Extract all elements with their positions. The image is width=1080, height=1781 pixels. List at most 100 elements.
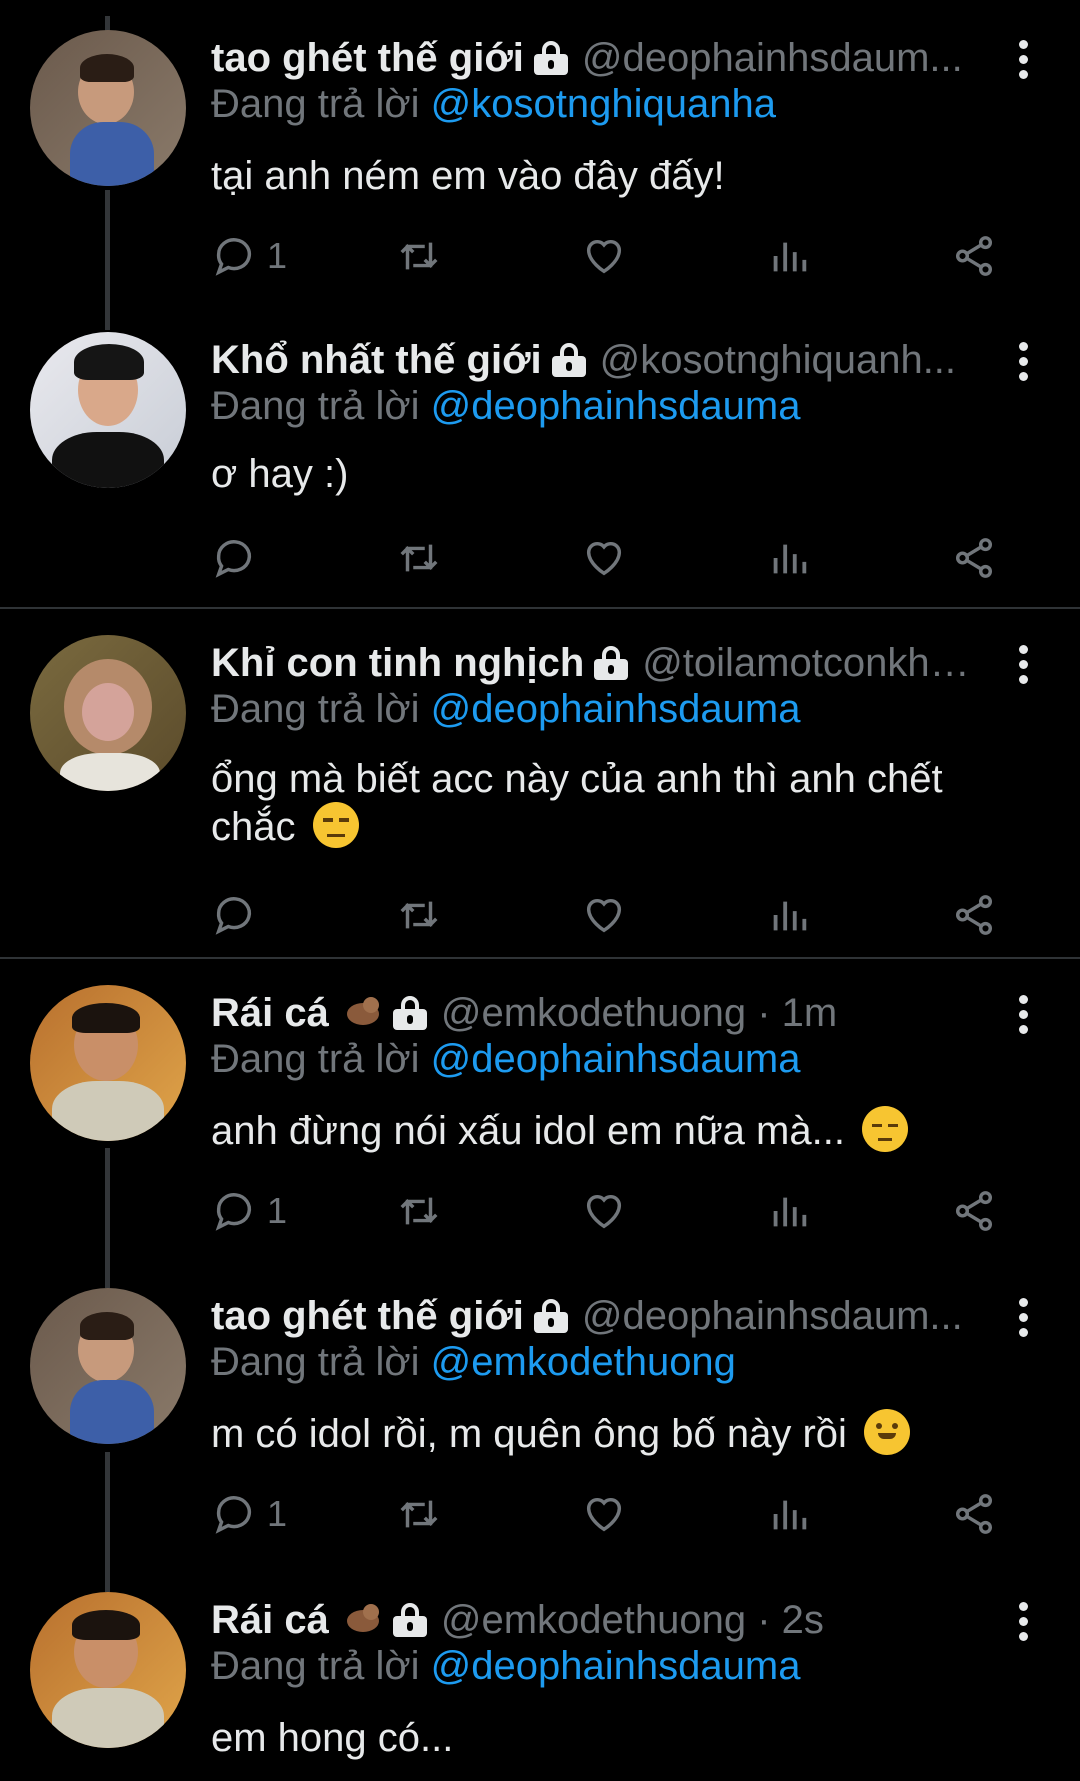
mention-link[interactable]: @deophainhsdauma [431, 687, 801, 731]
display-name[interactable]: Khỉ con tinh nghịch [211, 641, 584, 686]
reply-button[interactable]: 1 [211, 1486, 287, 1542]
display-name[interactable]: Rái cá [211, 1598, 329, 1643]
avatar[interactable] [30, 1592, 186, 1748]
tweet[interactable]: Khỉ con tinh nghịch @toilamotconkhi... Đ… [0, 635, 1080, 945]
handle[interactable]: @deophainhsdaum... [582, 36, 963, 81]
action-bar: 1 [211, 228, 1011, 284]
more-options-icon[interactable] [1016, 995, 1030, 1035]
tweet[interactable]: tao ghét thế giới @deophainhsdaum... Đan… [0, 1288, 1080, 1558]
divider [0, 957, 1080, 959]
more-options-icon[interactable] [1016, 1602, 1030, 1642]
views-button[interactable] [766, 228, 812, 284]
retweet-button[interactable] [396, 887, 442, 943]
share-button[interactable] [951, 1486, 997, 1542]
tweet-header: tao ghét thế giới @deophainhsdaum... [211, 30, 971, 86]
tweet-text: ổng mà biết acc này của anh thì anh chết… [211, 755, 1011, 852]
reply-button[interactable]: 1 [211, 1183, 287, 1239]
tweet[interactable]: Rái cá @emkodethuong · 2s Đang trả lời @… [0, 1592, 1080, 1781]
like-button[interactable] [581, 530, 627, 586]
handle[interactable]: @deophainhsdaum... [582, 1294, 963, 1339]
retweet-icon [400, 242, 438, 270]
replying-prefix: Đang trả lời [211, 687, 420, 731]
hugging-face-emoji [864, 1409, 911, 1456]
reply-button[interactable] [211, 530, 267, 586]
tweet-text: m có idol rồi, m quên ông bố này rồi [211, 1409, 1011, 1459]
share-button[interactable] [951, 887, 997, 943]
views-button[interactable] [766, 530, 812, 586]
display-name[interactable]: Khổ nhất thế giới [211, 338, 542, 383]
replying-to: Đang trả lời @emkodethuong [211, 1340, 736, 1385]
share-icon [955, 1191, 993, 1231]
tweet-text-line: m có idol rồi, m quên ông bố này rồi [211, 1412, 847, 1456]
handle[interactable]: @toilamotconkhi... [642, 641, 971, 686]
avatar[interactable] [30, 985, 186, 1141]
retweet-button[interactable] [396, 1486, 442, 1542]
display-name[interactable]: tao ghét thế giới [211, 1294, 524, 1339]
tweet[interactable]: Rái cá @emkodethuong · 1m Đang trả lời @… [0, 985, 1080, 1255]
views-button[interactable] [766, 1183, 812, 1239]
heart-icon [586, 541, 622, 576]
action-bar [211, 887, 1011, 943]
handle[interactable]: @kosotnghiquanh... [600, 338, 956, 383]
more-options-icon[interactable] [1016, 342, 1030, 382]
heart-icon [586, 1497, 622, 1532]
mention-link[interactable]: @kosotnghiquanha [431, 82, 776, 126]
divider [0, 607, 1080, 609]
avatar[interactable] [30, 30, 186, 186]
handle[interactable]: @emkodethuong · 1m [441, 991, 837, 1036]
retweet-button[interactable] [396, 228, 442, 284]
tweet-header: tao ghét thế giới @deophainhsdaum... [211, 1288, 971, 1344]
retweet-icon [400, 1500, 438, 1528]
more-options-icon[interactable] [1016, 645, 1030, 685]
like-button[interactable] [581, 1183, 627, 1239]
reply-button[interactable] [211, 887, 267, 943]
tweet-text-line: chắc [211, 805, 296, 849]
tweet-text: ơ hay :) [211, 452, 349, 496]
heart-icon [586, 239, 622, 274]
share-button[interactable] [951, 228, 997, 284]
action-bar [211, 530, 1011, 586]
retweet-button[interactable] [396, 530, 442, 586]
replying-prefix: Đang trả lời [211, 384, 420, 428]
tweet[interactable]: tao ghét thế giới @deophainhsdaum... Đan… [0, 30, 1080, 300]
reply-count: 1 [267, 1493, 288, 1534]
display-name[interactable]: Rái cá [211, 991, 329, 1036]
share-button[interactable] [951, 1183, 997, 1239]
replying-prefix: Đang trả lời [211, 1037, 420, 1081]
like-button[interactable] [581, 228, 627, 284]
avatar[interactable] [30, 332, 186, 488]
otter-emoji [343, 995, 383, 1031]
pensive-face-emoji [862, 1106, 909, 1153]
heart-icon [586, 1194, 622, 1229]
like-button[interactable] [581, 1486, 627, 1542]
lock-icon [594, 646, 629, 680]
mention-link[interactable]: @deophainhsdauma [431, 384, 801, 428]
analytics-icon [773, 901, 807, 931]
display-name[interactable]: tao ghét thế giới [211, 36, 524, 81]
retweet-button[interactable] [396, 1183, 442, 1239]
more-options-icon[interactable] [1016, 1298, 1030, 1338]
views-button[interactable] [766, 887, 812, 943]
share-icon [955, 236, 993, 276]
more-options-icon[interactable] [1016, 40, 1030, 80]
replying-prefix: Đang trả lời [211, 1340, 420, 1384]
replying-to: Đang trả lời @deophainhsdauma [211, 687, 800, 732]
handle[interactable]: @emkodethuong · 2s [441, 1598, 824, 1643]
share-button[interactable] [951, 530, 997, 586]
otter-emoji [343, 1602, 383, 1638]
retweet-icon [400, 1197, 438, 1225]
replying-to: Đang trả lời @deophainhsdauma [211, 1644, 800, 1689]
mention-link[interactable]: @emkodethuong [431, 1340, 736, 1384]
like-button[interactable] [581, 887, 627, 943]
reply-icon [215, 1193, 252, 1231]
avatar[interactable] [30, 1288, 186, 1444]
mention-link[interactable]: @deophainhsdauma [431, 1037, 801, 1081]
reply-button[interactable]: 1 [211, 228, 287, 284]
mention-link[interactable]: @deophainhsdauma [431, 1644, 801, 1688]
reply-icon [215, 1496, 252, 1534]
views-button[interactable] [766, 1486, 812, 1542]
replying-to: Đang trả lời @deophainhsdauma [211, 384, 800, 429]
avatar[interactable] [30, 635, 186, 791]
tweet-header: Khỉ con tinh nghịch @toilamotconkhi... [211, 635, 971, 691]
tweet[interactable]: Khổ nhất thế giới @kosotnghiquanh... Đan… [0, 332, 1080, 602]
